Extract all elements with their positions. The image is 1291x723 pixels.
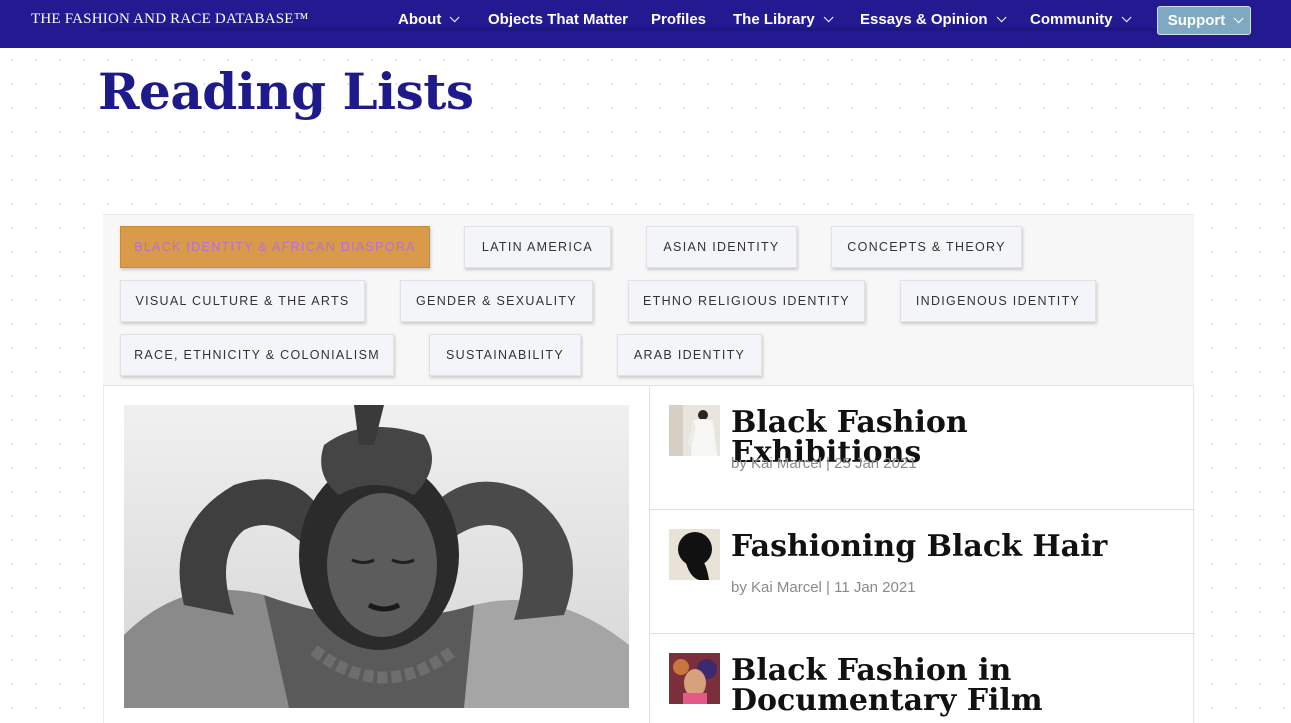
chevron-down-icon <box>823 12 834 23</box>
article-item[interactable]: Fashioning Black Hair by Kai Marcel | 11… <box>650 510 1195 634</box>
thumbnail-afro-silhouette <box>669 529 720 580</box>
nav-label: Community <box>1030 11 1113 28</box>
article-meta: by Kai Marcel | 11 Jan 2021 <box>731 579 916 596</box>
chevron-down-icon <box>996 12 1007 23</box>
filter-sustainability[interactable]: SUSTAINABILITY <box>429 334 581 376</box>
nav-community[interactable]: Community <box>1030 11 1132 28</box>
filter-black-identity[interactable]: BLACK IDENTITY & AFRICAN DIASPORA <box>120 226 430 268</box>
filter-race-ethnicity-colonialism[interactable]: RACE, ETHNICITY & COLONIALISM <box>120 334 394 376</box>
thumbnail-colorful-portrait <box>669 653 720 704</box>
page-title: Reading Lists <box>98 62 474 121</box>
nav-objects-that-matter[interactable]: Objects That Matter <box>488 11 628 28</box>
chevron-down-icon <box>1121 12 1132 23</box>
article-thumbnail[interactable] <box>669 405 720 456</box>
filter-indigenous-identity[interactable]: INDIGENOUS IDENTITY <box>900 280 1096 322</box>
article-item[interactable]: Black Fashion in Documentary Film <box>650 634 1195 723</box>
filter-latin-america[interactable]: LATIN AMERICA <box>464 226 611 268</box>
chevron-down-icon <box>449 12 460 23</box>
filter-asian-identity[interactable]: ASIAN IDENTITY <box>646 226 797 268</box>
article-meta: by Kai Marcel | 25 Jan 2021 <box>731 455 917 472</box>
nav-label: Objects That Matter <box>488 11 629 28</box>
nav-label: About <box>398 11 442 28</box>
nav-profiles[interactable]: Profiles <box>651 11 706 28</box>
article-item[interactable]: Black Fashion Exhibitions by Kai Marcel … <box>650 386 1195 510</box>
chevron-down-icon <box>1233 13 1244 24</box>
article-title[interactable]: Black Fashion in Documentary Film <box>731 656 1151 716</box>
nav-essays-opinion[interactable]: Essays & Opinion <box>860 11 1007 28</box>
nav-label: Essays & Opinion <box>860 11 988 28</box>
featured-photo-illustration <box>124 405 629 708</box>
filter-ethno-religious[interactable]: ETHNO RELIGIOUS IDENTITY <box>628 280 865 322</box>
nav-the-library[interactable]: The Library <box>733 11 834 28</box>
support-button[interactable]: Support <box>1157 6 1251 35</box>
top-nav: THE FASHION AND RACE DATABASE™ About Obj… <box>0 0 1291 48</box>
article-thumbnail[interactable] <box>669 653 720 704</box>
filter-concepts-theory[interactable]: CONCEPTS & THEORY <box>831 226 1022 268</box>
article-title[interactable]: Fashioning Black Hair <box>731 532 1151 562</box>
nav-label: The Library <box>733 11 815 28</box>
site-logo[interactable]: THE FASHION AND RACE DATABASE™ <box>31 11 309 28</box>
filter-gender-sexuality[interactable]: GENDER & SEXUALITY <box>400 280 593 322</box>
nav-about[interactable]: About <box>398 11 460 28</box>
thumbnail-figure-white-outfit <box>669 405 720 456</box>
reading-list-content: Black Fashion Exhibitions by Kai Marcel … <box>103 386 1195 723</box>
featured-image[interactable] <box>124 405 629 708</box>
nav-label: Profiles <box>651 11 707 28</box>
support-label: Support <box>1167 12 1226 29</box>
filter-arab-identity[interactable]: ARAB IDENTITY <box>617 334 762 376</box>
category-filter-panel: BLACK IDENTITY & AFRICAN DIASPORA LATIN … <box>103 214 1194 386</box>
filter-visual-culture[interactable]: VISUAL CULTURE & THE ARTS <box>120 280 365 322</box>
article-thumbnail[interactable] <box>669 529 720 580</box>
